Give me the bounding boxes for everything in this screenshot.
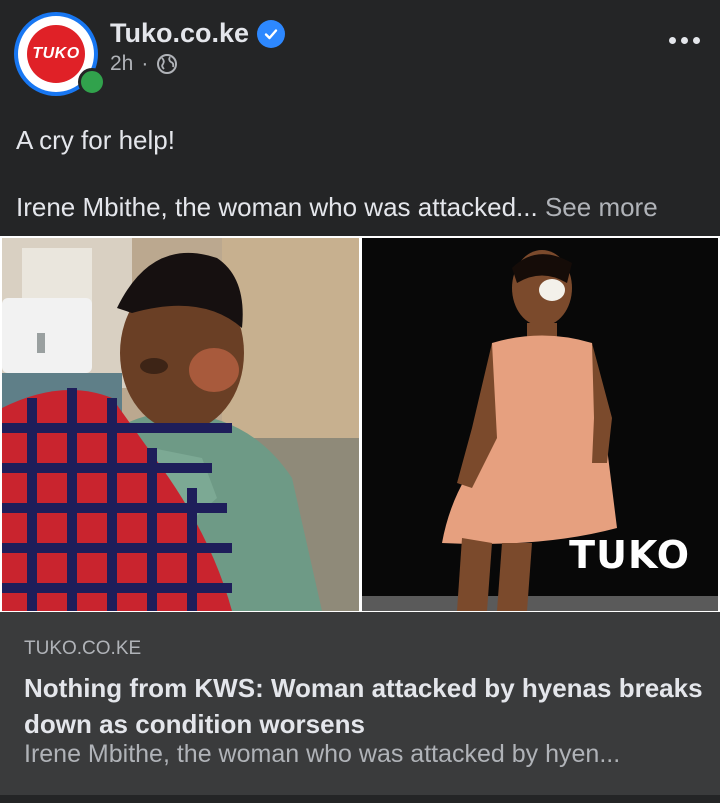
link-description: Irene Mbithe, the woman who was attacked… [24,740,621,768]
link-title: Nothing from KWS: Woman attacked by hyen… [24,673,703,739]
post-meta: 2h · [110,52,178,76]
see-more-link[interactable]: See more [545,192,658,222]
page-name-row: Tuko.co.ke [110,18,286,49]
dot-icon [692,36,700,44]
woman-sitting-photo[interactable]: TUKO [362,238,718,611]
meta-separator: · [141,52,149,75]
more-options-icon[interactable] [666,22,702,58]
page-name-link[interactable]: Tuko.co.ke [110,18,249,49]
post-text-line-2: Irene Mbithe, the woman who was attacked… [16,192,658,223]
tuko-logo: TUKO [27,25,85,83]
post-text-truncated: Irene Mbithe, the woman who was attacked… [16,192,538,222]
post-timestamp[interactable]: 2h [110,52,133,76]
dot-icon [668,36,676,44]
tuko-watermark: TUKO [569,533,690,577]
verified-badge-icon [257,19,286,48]
post-header: TUKO Tuko.co.ke 2h · [0,0,720,110]
link-domain: TUKO.CO.KE [24,638,142,659]
injured-woman-hospital-photo[interactable] [2,238,359,611]
post-text-line-1: A cry for help! [16,125,175,155]
post-images: TUKO [0,236,720,612]
online-status-indicator [78,68,106,96]
bottom-divider [0,795,720,803]
link-preview-card[interactable]: TUKO.CO.KE Nothing from KWS: Woman attac… [0,612,720,795]
globe-icon[interactable] [156,53,178,75]
dot-icon [680,36,688,44]
